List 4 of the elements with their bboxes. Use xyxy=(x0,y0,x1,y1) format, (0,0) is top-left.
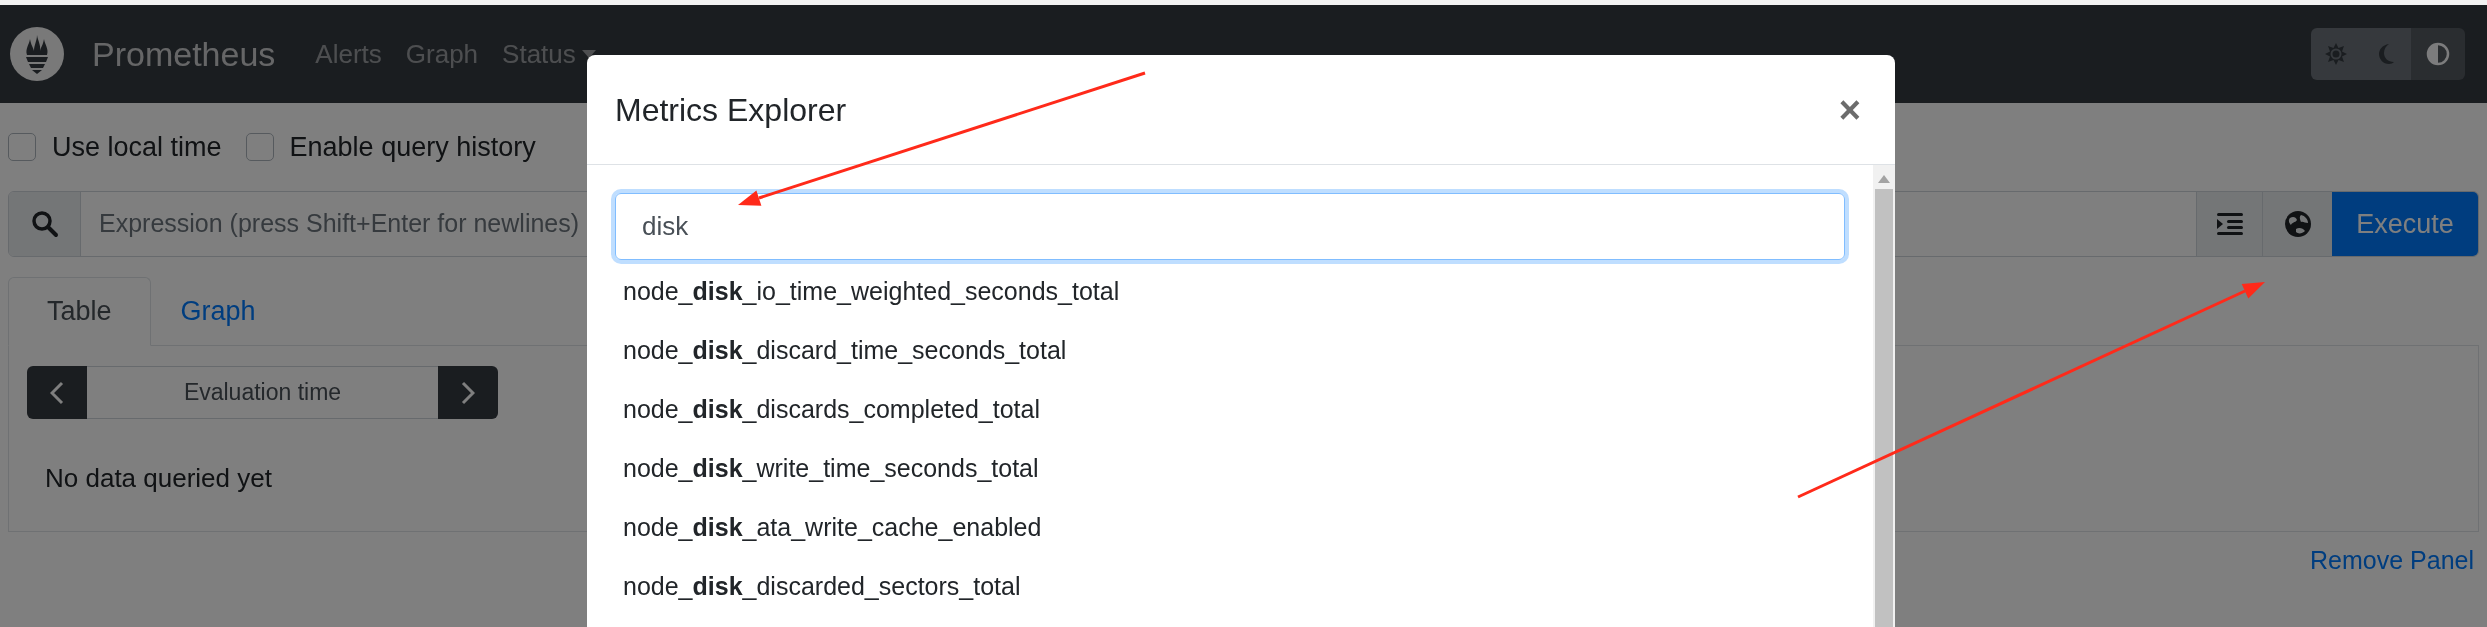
dialog-title: Metrics Explorer xyxy=(615,90,847,130)
checkbox-label: Enable query history xyxy=(289,130,536,164)
empty-message: No data queried yet xyxy=(45,462,272,495)
checkbox-label: Use local time xyxy=(52,130,222,164)
